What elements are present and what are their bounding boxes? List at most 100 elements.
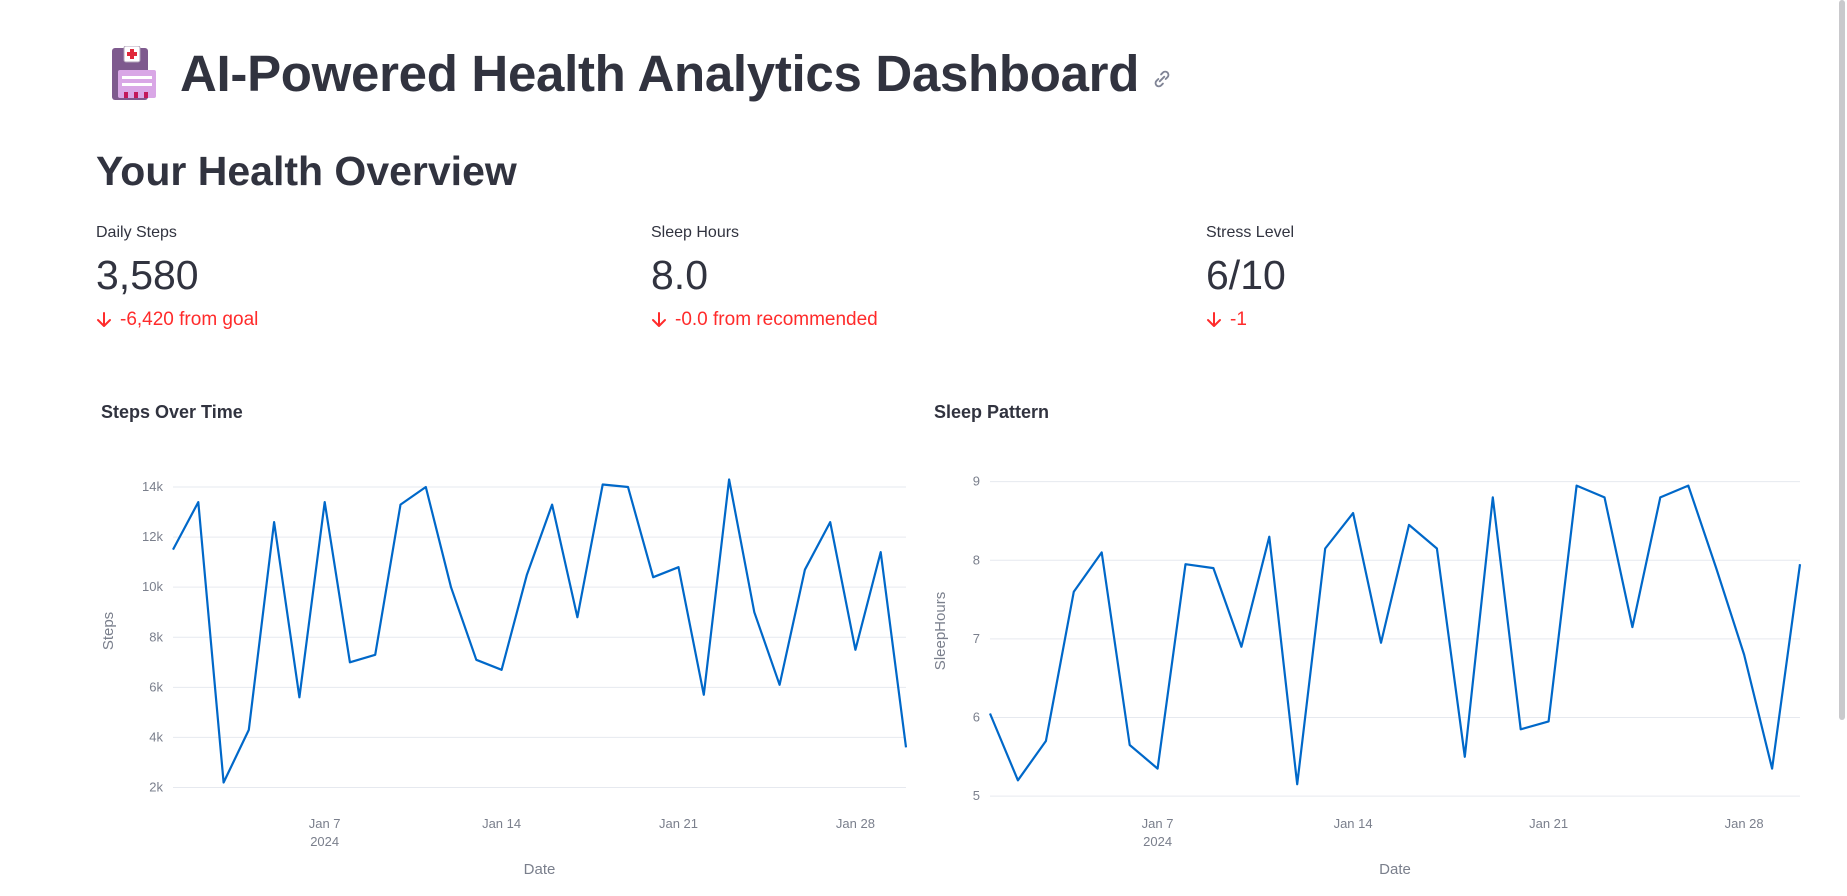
y-axis-label: SleepHours: [932, 592, 949, 670]
chart-title-steps: Steps Over Time: [101, 402, 243, 422]
data-point: [1797, 561, 1803, 567]
x-tick-label: Jan 7: [1142, 816, 1174, 831]
data-point: [372, 652, 378, 658]
data-point: [170, 547, 176, 553]
metric-delta-text: -1: [1230, 309, 1247, 330]
metric-delta: -6,420 from goal: [96, 309, 258, 331]
hospital-icon: [112, 45, 156, 100]
data-point: [1015, 777, 1021, 783]
y-tick-label: 5: [973, 788, 980, 803]
x-tick-label: Jan 14: [1334, 816, 1373, 831]
data-point: [1155, 766, 1161, 772]
data-point: [1713, 565, 1719, 571]
data-point: [1294, 781, 1300, 787]
data-point: [195, 499, 201, 505]
data-point: [777, 682, 783, 688]
x-tick-label: Jan 28: [1725, 816, 1764, 831]
data-point: [1071, 589, 1077, 595]
sleep-chart[interactable]: 5 6 7 8 9 Jan 7 2024 Jan 14 Jan 21 Jan 28 Date Slee…: [930, 440, 1810, 896]
data-point: [802, 567, 808, 573]
data-point: [676, 564, 682, 570]
data-point: [987, 711, 993, 717]
y-tick-label: 8: [973, 552, 980, 567]
data-point: [751, 609, 757, 615]
data-point: [1769, 766, 1775, 772]
x-tick-year: 2024: [310, 834, 339, 849]
data-point: [524, 572, 530, 578]
data-point: [1685, 483, 1691, 489]
data-point: [246, 727, 252, 733]
section-title: Your Health Overview: [96, 148, 517, 194]
metric-stress-level: Stress Level 6/10 -1: [1206, 224, 1294, 331]
data-point: [827, 519, 833, 525]
y-tick-label: 6k: [149, 679, 163, 694]
data-point: [271, 519, 277, 525]
data-point: [1322, 545, 1328, 551]
data-point: [499, 667, 505, 673]
page-scrollbar[interactable]: [1839, 0, 1845, 720]
data-point: [1657, 494, 1663, 500]
metric-value: 3,580: [96, 252, 199, 298]
data-point: [1266, 534, 1272, 540]
metric-label: Daily Steps: [96, 224, 177, 241]
data-point: [701, 692, 707, 698]
x-tick-label: Jan 21: [659, 816, 698, 831]
data-point: [549, 502, 555, 508]
data-point: [1490, 494, 1496, 500]
data-point: [600, 482, 606, 488]
data-point: [1518, 726, 1524, 732]
data-point: [574, 614, 580, 620]
y-tick-label: 6: [973, 709, 980, 724]
metric-delta-text: -6,420 from goal: [120, 309, 259, 330]
chart-title-sleep: Sleep Pattern: [934, 402, 1050, 422]
metric-sleep-hours: Sleep Hours 8.0 -0.0 from recommended: [651, 224, 878, 331]
arrow-down-icon: [652, 312, 666, 327]
data-point: [1629, 624, 1635, 630]
y-tick-label: 12k: [142, 529, 163, 544]
data-point: [903, 744, 909, 750]
data-point: [650, 574, 656, 580]
metric-delta: -1: [1206, 309, 1294, 331]
metric-delta: -0.0 from recommended: [651, 309, 878, 331]
data-point: [296, 694, 302, 700]
y-tick-label: 10k: [142, 579, 163, 594]
series-line: [988, 484, 1802, 786]
data-point: [448, 584, 454, 590]
y-tick-label: 14k: [142, 479, 163, 494]
data-point: [1350, 510, 1356, 516]
metric-daily-steps: Daily Steps 3,580 -6,420 from goal: [96, 224, 258, 331]
metric-value: 8.0: [651, 252, 708, 298]
data-point: [1574, 483, 1580, 489]
metric-value: 6/10: [1206, 252, 1286, 298]
x-tick-label: Jan 21: [1529, 816, 1568, 831]
data-point: [1741, 652, 1747, 658]
steps-chart[interactable]: 2k 4k 6k 8k 10k 12k 14k Jan 7 2024 Jan 14 Jan 21 Ja…: [96, 440, 916, 896]
y-tick-label: 7: [973, 631, 980, 646]
y-tick-label: 2k: [149, 779, 163, 794]
data-point: [1238, 644, 1244, 650]
data-point: [878, 549, 884, 555]
x-tick-label: Jan 28: [836, 816, 875, 831]
data-point: [1099, 549, 1105, 555]
data-point: [625, 484, 631, 490]
y-tick-label: 4k: [149, 729, 163, 744]
data-point: [1601, 494, 1607, 500]
title-row: AI-Powered Health Analytics Dashboard: [110, 44, 1173, 103]
arrow-down-icon: [97, 312, 111, 327]
x-tick-label: Jan 7: [309, 816, 341, 831]
data-point: [726, 477, 732, 483]
page-title: AI-Powered Health Analytics Dashboard: [180, 45, 1140, 102]
data-point: [852, 647, 858, 653]
data-point: [1183, 561, 1189, 567]
data-point: [1546, 718, 1552, 724]
metric-delta-text: -0.0 from recommended: [675, 309, 878, 330]
data-point: [1378, 640, 1384, 646]
data-point: [1406, 522, 1412, 528]
data-point: [1434, 545, 1440, 551]
data-point: [347, 659, 353, 665]
x-tick-year: 2024: [1143, 834, 1172, 849]
data-point: [1127, 742, 1133, 748]
data-point: [322, 499, 328, 505]
anchor-link-icon[interactable]: [1151, 68, 1173, 90]
data-point: [1210, 565, 1216, 571]
